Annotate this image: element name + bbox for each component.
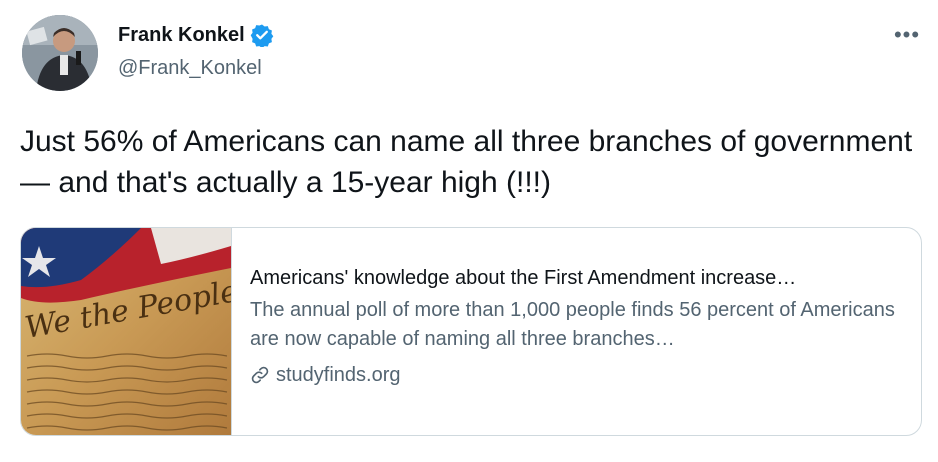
- card-description: The annual poll of more than 1,000 peopl…: [250, 299, 895, 350]
- verified-badge-icon: [250, 23, 274, 49]
- card-domain[interactable]: studyfinds.org: [276, 361, 401, 389]
- more-options-icon: •••: [893, 22, 921, 47]
- author-handle[interactable]: @Frank_Konkel: [118, 55, 262, 81]
- link-card[interactable]: We the People Americans' knowledge about…: [20, 227, 922, 436]
- more-options-button[interactable]: •••: [890, 22, 924, 48]
- link-icon: [250, 365, 270, 385]
- avatar[interactable]: [22, 15, 98, 91]
- card-thumbnail-constitution: We the People: [21, 228, 231, 435]
- card-title[interactable]: Americans' knowledge about the First Ame…: [250, 264, 910, 292]
- card-body[interactable]: Americans' knowledge about the First Ame…: [250, 264, 910, 389]
- author-row[interactable]: Frank Konkel: [118, 22, 274, 49]
- card-domain-row[interactable]: studyfinds.org: [250, 361, 910, 389]
- card-image[interactable]: We the People: [21, 228, 232, 435]
- avatar-photo: [22, 15, 98, 91]
- author-name[interactable]: Frank Konkel: [118, 22, 245, 48]
- tweet-text: Just 56% of Americans can name all three…: [20, 125, 913, 199]
